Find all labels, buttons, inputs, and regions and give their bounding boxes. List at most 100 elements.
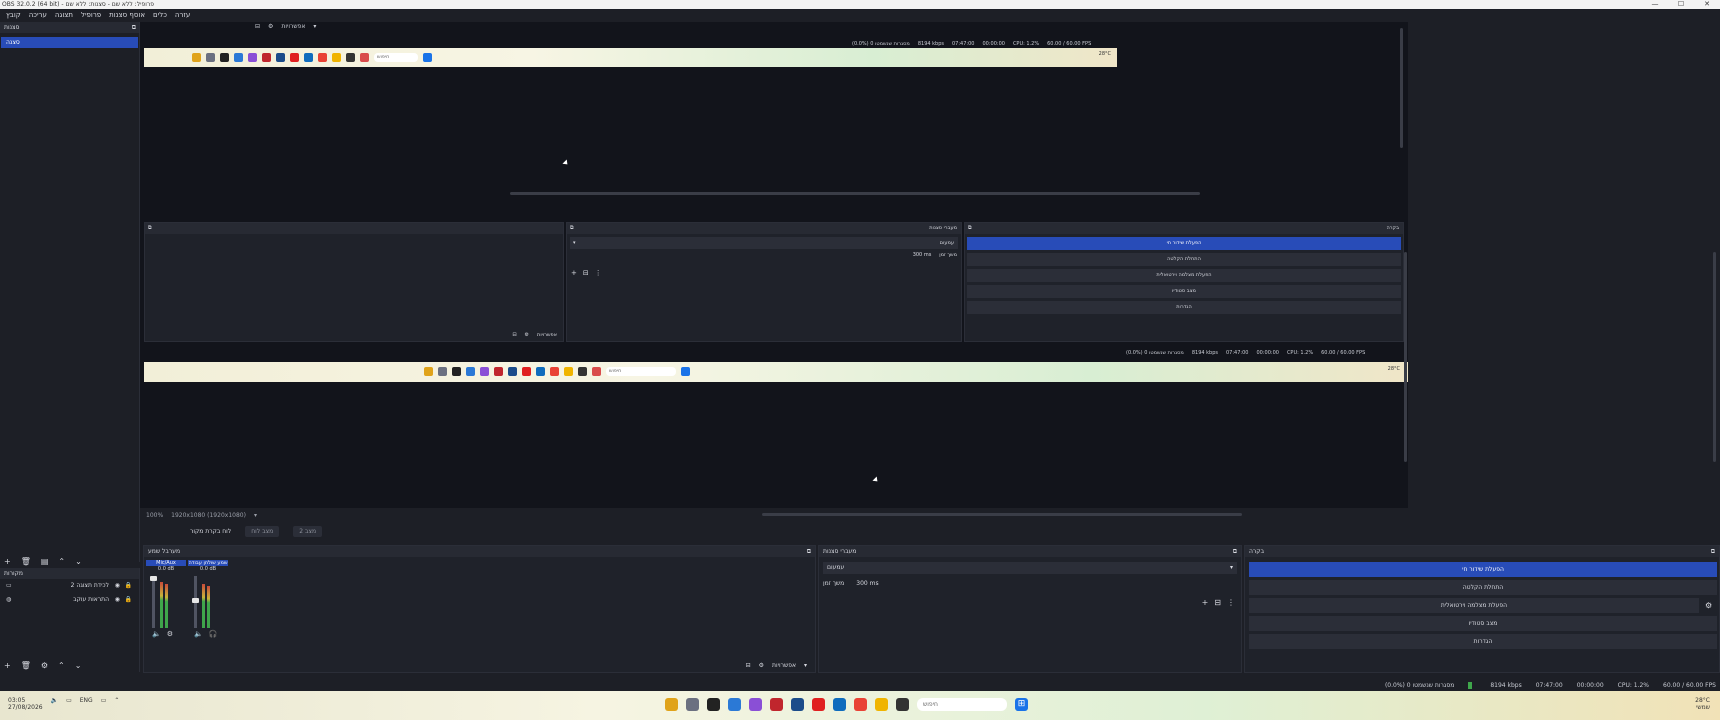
app-icon — [346, 53, 355, 62]
arrow-down-icon[interactable]: ⌄ — [75, 660, 82, 672]
app-icon[interactable] — [896, 698, 909, 711]
lock-icon[interactable]: 🔒 — [125, 593, 132, 607]
mixer-channel: שמע שולחן עבודה 0.0 dB 🔈 🎧 — [188, 560, 228, 638]
lock-icon[interactable]: 🔒 — [125, 579, 132, 593]
arrow-up-icon[interactable]: ⌃ — [58, 556, 65, 568]
menu-tools[interactable]: כלים — [149, 9, 171, 22]
scenes-dock: סצנות ⧉ סצנה + 🗑 ▤ ⌃ ⌄ — [0, 22, 140, 566]
youtube-icon[interactable] — [812, 698, 825, 711]
speaker-icon[interactable]: 🔈 — [194, 630, 203, 638]
right-panel — [1408, 22, 1720, 508]
menu-edit[interactable]: עריכה — [25, 9, 51, 22]
add-icon[interactable]: + — [4, 660, 11, 672]
tab-mode-2[interactable]: מצב 2 — [293, 525, 323, 537]
gear-icon[interactable]: ⚙ — [41, 660, 48, 672]
app-icon — [262, 53, 271, 62]
nested-vscroll[interactable] — [1400, 28, 1403, 148]
menu-view[interactable]: תצוגה — [51, 9, 77, 22]
weather-widget[interactable]: 28°C שמשי — [1695, 697, 1710, 711]
app-icon[interactable] — [728, 698, 741, 711]
battery-icon[interactable]: ▭ — [101, 697, 107, 711]
fps: 60.00 / 60.00 FPS — [1663, 682, 1716, 689]
menu-help[interactable]: עזרה — [171, 9, 194, 22]
outlook-icon[interactable] — [833, 698, 846, 711]
trash-icon[interactable]: 🗑 — [21, 660, 31, 672]
program-bottom-bar: 100% 1920x1080 (1920x1080) ▾ — [140, 508, 1408, 522]
headphones-icon[interactable]: 🎧 — [209, 630, 218, 638]
volume-icon[interactable]: 🔈 — [51, 697, 58, 711]
trash-icon: ⊟ — [255, 23, 261, 30]
source-row[interactable]: ◍ התראות עוקב ◉ 🔒 — [0, 593, 139, 607]
float-icon[interactable]: ⧉ — [1233, 546, 1237, 557]
speaker-icon[interactable]: 🔈 — [152, 630, 161, 638]
program-vscroll[interactable] — [1404, 252, 1407, 462]
clock-date[interactable]: 27/08/2026 — [8, 704, 43, 711]
arrow-down-icon[interactable]: ⌄ — [75, 556, 82, 568]
volume-fader[interactable] — [152, 576, 155, 628]
trash-icon[interactable]: ⊟ — [746, 662, 751, 669]
nested-hscroll[interactable] — [510, 192, 1200, 195]
scenes-header: סצנות ⧉ — [0, 22, 139, 33]
chevron-down-icon[interactable]: ▾ — [254, 512, 257, 519]
app-icon[interactable] — [749, 698, 762, 711]
github-icon[interactable] — [707, 698, 720, 711]
float-icon[interactable]: ⧉ — [807, 546, 811, 557]
scenes-toolbar: + 🗑 ▤ ⌃ ⌄ — [0, 556, 140, 568]
app-icon[interactable] — [770, 698, 783, 711]
more-icon[interactable]: ⋮ — [1227, 598, 1235, 607]
menu-profile[interactable]: פרופיל — [77, 9, 105, 22]
add-icon[interactable]: + — [4, 556, 11, 568]
steam-icon[interactable] — [791, 698, 804, 711]
language-indicator[interactable]: ENG — [80, 697, 93, 711]
more-icon: ⋮ — [594, 269, 602, 277]
github-icon — [452, 367, 461, 376]
menu-file[interactable]: קובץ — [2, 9, 25, 22]
eye-icon[interactable]: ◉ — [115, 593, 120, 607]
trash-icon[interactable]: 🗑 — [21, 556, 31, 568]
filter-icon[interactable]: ▤ — [41, 556, 49, 568]
float-icon[interactable]: ⧉ — [132, 22, 136, 33]
chevron-down-icon[interactable]: ▾ — [804, 662, 807, 669]
add-icon[interactable]: + — [1202, 598, 1209, 607]
mixer-title: מערבל שמע — [148, 548, 181, 555]
taskbar-search[interactable]: חיפוש — [917, 698, 1007, 711]
windows-start-icon[interactable]: ⊞ — [1015, 698, 1028, 711]
chrome-icon[interactable] — [854, 698, 867, 711]
level-meter — [160, 582, 163, 628]
trash-icon[interactable]: ⊟ — [1214, 598, 1221, 607]
captured-weather: 28°C — [1387, 366, 1400, 372]
transitions-toolbar: + ⊟ ⋮ — [1202, 598, 1235, 607]
channel-db: 0.0 dB — [157, 566, 175, 572]
tab-source-control[interactable]: לוח בקרת מקור — [190, 528, 231, 535]
float-icon[interactable]: ⧉ — [1711, 546, 1715, 557]
tab-mode[interactable]: מצב לוח — [245, 525, 280, 537]
files-icon[interactable] — [665, 698, 678, 711]
right-vscroll[interactable] — [1713, 252, 1716, 462]
settings-button[interactable]: הגדרות — [1249, 634, 1717, 649]
tray-chevron-icon[interactable]: ⌃ — [114, 697, 119, 711]
gear-icon[interactable]: ⚙ — [759, 662, 764, 669]
start-recording-button[interactable]: התחלת הקלטה — [1249, 580, 1717, 595]
settings-icon[interactable] — [686, 698, 699, 711]
wifi-icon[interactable]: ▭ — [66, 697, 72, 711]
folder-icon[interactable] — [875, 698, 888, 711]
transition-select[interactable]: עמעום ▾ — [823, 562, 1237, 574]
start-virtual-camera-button[interactable]: הפעלת מצלמה וירטואלית — [1249, 598, 1699, 613]
mixer-options[interactable]: אפשרויות — [772, 662, 796, 669]
source-row[interactable]: ▭ 2 לכידת תצוגה ◉ 🔒 — [0, 579, 139, 593]
eye-icon[interactable]: ◉ — [115, 579, 120, 593]
start-streaming-button[interactable]: הפעלת שידור חי — [1249, 562, 1717, 577]
arrow-up-icon[interactable]: ⌃ — [58, 660, 65, 672]
clock-time[interactable]: 03:05 — [8, 697, 43, 704]
gear-icon[interactable]: ⚙ — [167, 630, 173, 638]
gear-icon[interactable]: ⚙ — [1705, 601, 1712, 610]
zoom-label[interactable]: 100% — [146, 512, 163, 519]
program-preview[interactable]: ⊟ ⚙ אפשרויות ▾ (0.0%) 0 מסגרות שנשמטו 81… — [140, 22, 1408, 516]
scene-item[interactable]: סצנה — [1, 37, 138, 48]
studio-mode-button[interactable]: מצב סטודיו — [1249, 616, 1717, 631]
duration-input[interactable]: 300 ms — [856, 578, 878, 590]
fader-knob[interactable] — [150, 576, 157, 581]
fader-knob[interactable] — [192, 598, 199, 603]
menu-scene-collection[interactable]: אוסף סצנות — [105, 9, 149, 22]
close-button[interactable]: ✕ — [1692, 0, 1720, 9]
